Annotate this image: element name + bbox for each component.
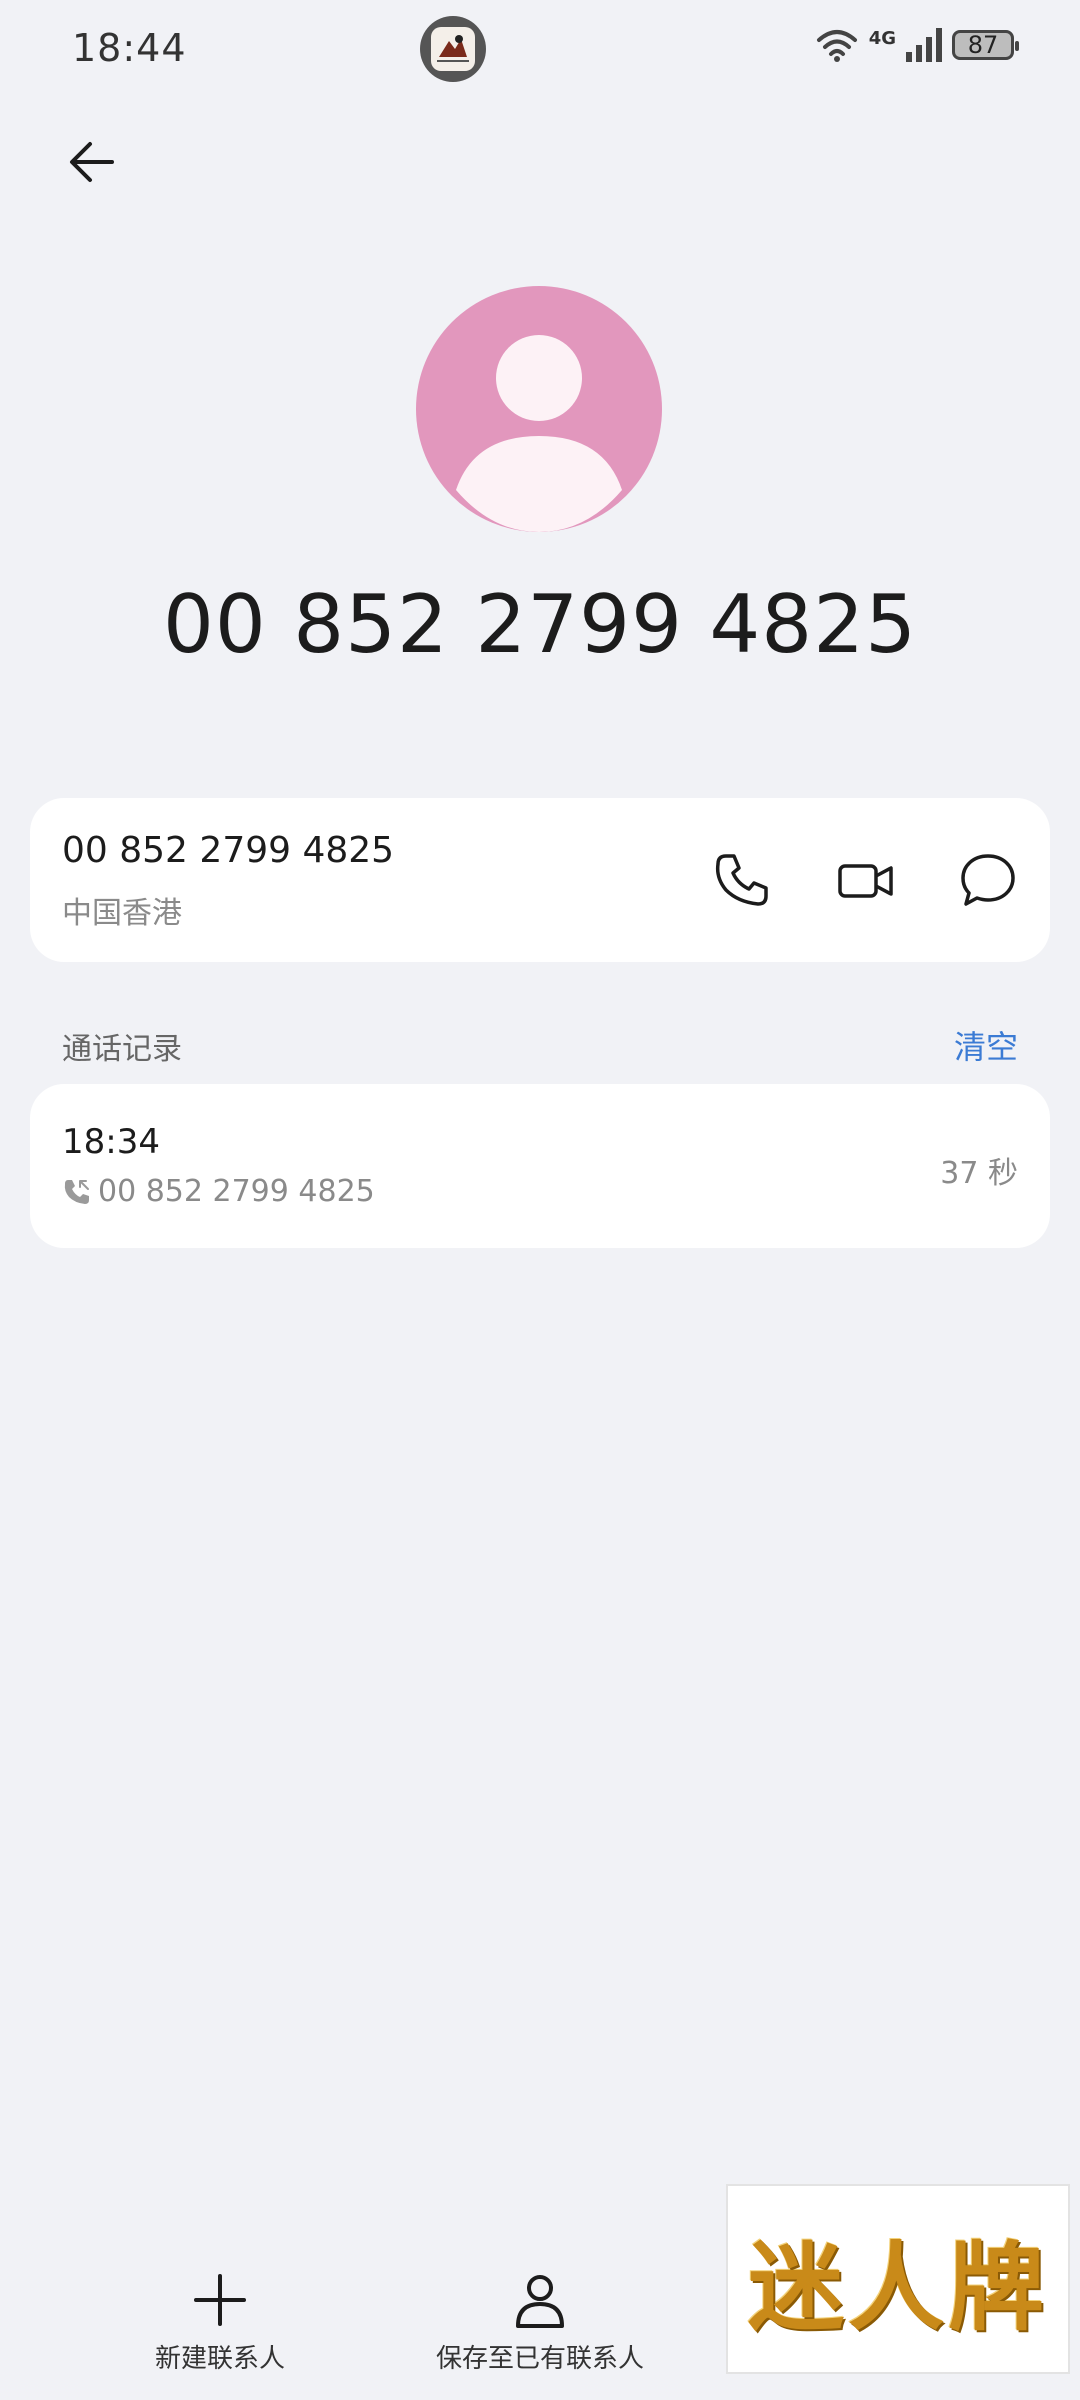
app-notification-icon (420, 16, 486, 82)
status-time: 18:44 (72, 26, 187, 70)
avatar (416, 286, 662, 532)
back-button[interactable] (52, 122, 132, 202)
clear-button[interactable]: 清空 (954, 1022, 1018, 1068)
ad-banner[interactable]: 迷人牌 (726, 2184, 1070, 2374)
message-icon (961, 854, 1015, 906)
page-title: 00 852 2799 4825 (163, 578, 917, 671)
save-to-existing-contact-button[interactable]: 保存至已有联系人 (410, 2270, 670, 2375)
person-icon (516, 2275, 564, 2328)
status-icons: 4G 87 (815, 27, 1019, 62)
contact-number: 00 852 2799 4825 (62, 830, 395, 871)
plus-icon (194, 2274, 246, 2326)
video-call-icon (838, 864, 893, 898)
save-to-existing-label: 保存至已有联系人 (435, 2344, 644, 2374)
wifi-icon (816, 30, 857, 62)
battery-icon: 87 (952, 30, 1019, 60)
call-log-title: 通话记录 (62, 1032, 182, 1067)
contact-card: 00 852 2799 4825 中国香港 (30, 798, 1050, 962)
call-number-row: 00 852 2799 4825 (62, 1174, 375, 1209)
new-contact-button[interactable]: 新建联系人 (90, 2270, 350, 2375)
person-placeholder-icon (456, 335, 622, 532)
call-number: 00 852 2799 4825 (98, 1174, 375, 1209)
incoming-call-icon (64, 1179, 89, 1204)
arrow-left-icon (70, 142, 114, 182)
ad-logo-text: 迷人牌 (748, 2231, 1048, 2344)
contact-region: 中国香港 (62, 896, 182, 931)
message-button[interactable] (948, 840, 1028, 920)
call-time: 18:34 (62, 1122, 160, 1162)
new-contact-label: 新建联系人 (154, 2344, 285, 2374)
call-button[interactable] (702, 840, 782, 920)
network-type: 4G (868, 27, 896, 49)
list-item[interactable]: 18:34 00 852 2799 4825 37 秒 (30, 1084, 1050, 1248)
video-call-button[interactable] (826, 840, 906, 920)
phone-icon (715, 854, 768, 906)
call-duration: 37 秒 (940, 1156, 1018, 1191)
signal-icon (906, 28, 942, 62)
battery-level: 87 (967, 31, 999, 59)
